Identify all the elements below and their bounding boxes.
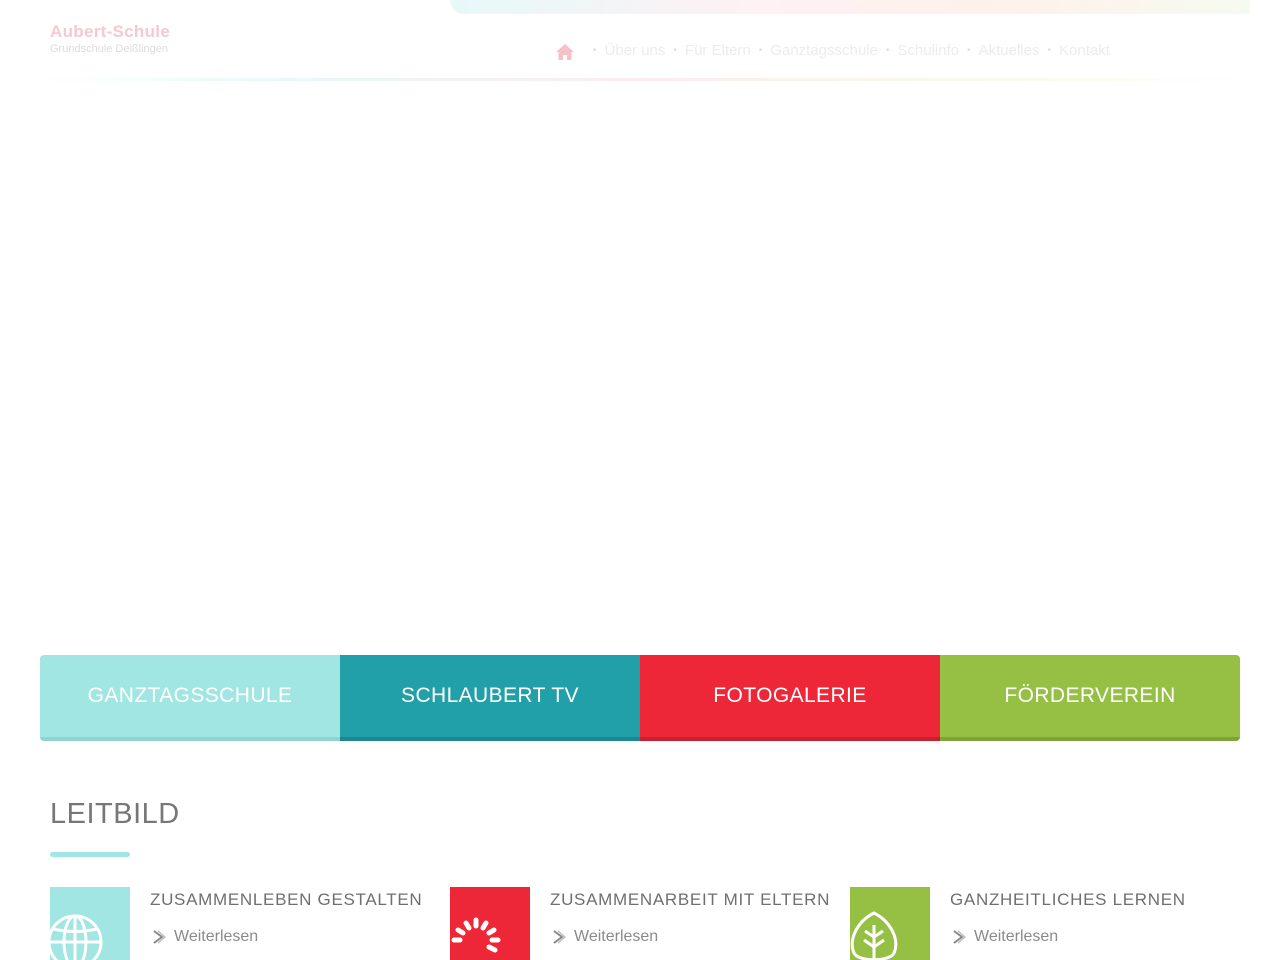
nav-separator: •: [758, 44, 763, 56]
tile-ganztagsschule[interactable]: GANZTAGSSCHULE: [40, 655, 340, 741]
chevron-right-icon: [153, 930, 166, 944]
feature-title: GANZHEITLICHES LERNEN: [950, 890, 1186, 909]
feature-title: ZUSAMMENLEBEN GESTALTEN: [150, 890, 423, 909]
read-more-link[interactable]: Weiterlesen: [952, 928, 1058, 946]
header-decoration: [450, 0, 1250, 14]
feature-ganzheitlich: GANZHEITLICHES LERNEN Weiterlesen: [850, 887, 1230, 960]
header-divider: [30, 78, 1250, 81]
tile-fotogalerie[interactable]: FOTOGALERIE: [640, 655, 940, 741]
site-header: Aubert-Schule Grundschule Deißlingen • Ü…: [30, 0, 1250, 82]
quick-links: GANZTAGSSCHULE SCHLAUBERT TV FOTOGALERIE…: [40, 655, 1240, 741]
home-icon[interactable]: [555, 43, 575, 61]
nav-item-ueber-uns[interactable]: Über uns: [605, 42, 666, 59]
section-title: LEITBILD: [50, 798, 180, 830]
main-nav: • Über uns • Für Eltern • Ganztagsschule…: [555, 38, 1110, 62]
nav-separator: •: [673, 44, 677, 56]
chevron-right-icon: [553, 930, 566, 944]
read-more-link[interactable]: Weiterlesen: [152, 928, 258, 946]
globe-icon: [50, 887, 130, 960]
tree-icon: [850, 887, 930, 960]
nav-separator: •: [593, 44, 597, 56]
nav-item-schulinfo[interactable]: Schulinfo: [897, 42, 959, 59]
tile-foerderverein[interactable]: FÖRDERVEREIN: [940, 655, 1240, 741]
feature-title: ZUSAMMENARBEIT MIT ELTERN: [550, 890, 831, 909]
logo-subtitle: Grundschule Deißlingen: [50, 43, 169, 55]
nav-item-ganztagsschule[interactable]: Ganztagsschule: [770, 42, 878, 59]
nav-separator: •: [885, 44, 890, 56]
feature-zusammenleben: ZUSAMMENLEBEN GESTALTEN Weiterlesen: [50, 887, 430, 960]
read-more-link[interactable]: Weiterlesen: [552, 928, 658, 946]
tile-schlaubert-tv[interactable]: SCHLAUBERT TV: [340, 655, 640, 741]
nav-separator: •: [1047, 44, 1051, 56]
logo-name: Aubert-Schule: [50, 22, 171, 41]
site-logo[interactable]: Aubert-Schule Grundschule Deißlingen: [50, 22, 170, 55]
feature-zusammenarbeit: ZUSAMMENARBEIT MIT ELTERN Weiterlesen: [450, 887, 830, 960]
nav-item-kontakt[interactable]: Kontakt: [1059, 42, 1110, 59]
nav-item-aktuelles[interactable]: Aktuelles: [979, 42, 1040, 59]
title-underline: [50, 852, 130, 857]
chevron-right-icon: [953, 930, 966, 944]
read-more-label: Weiterlesen: [574, 928, 659, 945]
read-more-label: Weiterlesen: [174, 928, 259, 945]
read-more-label: Weiterlesen: [974, 928, 1059, 945]
sun-icon: [450, 887, 530, 960]
nav-item-fuer-eltern[interactable]: Für Eltern: [685, 42, 751, 59]
nav-separator: •: [967, 44, 971, 56]
